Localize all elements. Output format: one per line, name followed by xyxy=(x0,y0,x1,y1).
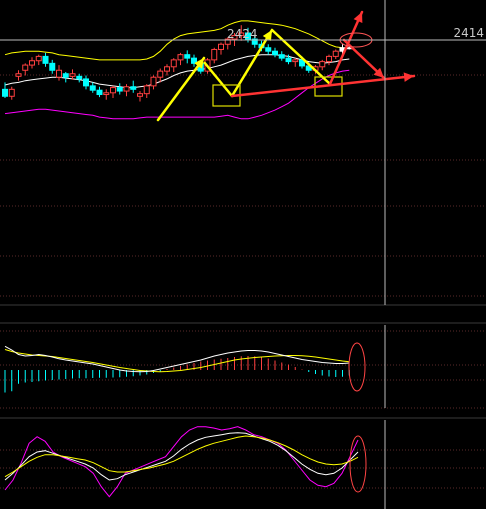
candle-body xyxy=(319,61,326,68)
candle-body xyxy=(150,76,157,87)
gridlines xyxy=(0,74,486,489)
stock-chart-canvas xyxy=(0,0,486,509)
candle-body xyxy=(265,47,272,52)
candle-body xyxy=(123,86,130,92)
candle-body xyxy=(56,69,62,78)
candle-body xyxy=(83,78,89,87)
candle-body xyxy=(103,92,110,96)
candle-body xyxy=(110,87,116,94)
macd-line xyxy=(4,345,350,373)
candle-body xyxy=(8,88,15,97)
price-high-label: 2424 xyxy=(227,27,258,41)
annotation-layer xyxy=(156,10,416,493)
kdj-panel xyxy=(4,426,359,498)
candle-body xyxy=(35,55,42,62)
kdj-line xyxy=(4,426,359,498)
candle-body xyxy=(96,89,103,96)
candle-body xyxy=(62,73,69,78)
candle-body xyxy=(177,54,184,61)
candle-body xyxy=(272,50,278,56)
price-panel xyxy=(2,20,353,120)
candle-body xyxy=(218,43,224,50)
candle-body xyxy=(143,85,150,95)
candle-body xyxy=(2,88,8,97)
candle-body xyxy=(211,48,218,61)
candle-body xyxy=(15,73,22,77)
candle-body xyxy=(184,54,191,59)
candle-body xyxy=(29,60,35,66)
candle-body xyxy=(42,55,49,64)
macd-panel xyxy=(4,345,350,393)
candle-body xyxy=(164,66,170,72)
candle-body xyxy=(285,57,292,63)
breakout-arrow-up xyxy=(328,10,364,86)
candle-body xyxy=(137,93,143,97)
candle-body xyxy=(157,70,164,78)
trend-line-down-1 xyxy=(203,61,233,97)
macd-line xyxy=(4,349,350,373)
candle-body xyxy=(49,62,56,71)
macd-ring xyxy=(348,342,366,392)
candle-body xyxy=(326,55,332,63)
candle-body xyxy=(292,59,299,63)
candle-body xyxy=(170,59,177,68)
candle-body xyxy=(22,64,29,71)
kdj-line xyxy=(4,435,359,478)
candle-body xyxy=(89,85,96,91)
candle-body xyxy=(116,87,123,92)
kdj-ring xyxy=(349,435,367,493)
candle-body xyxy=(69,73,76,77)
candle-body xyxy=(130,86,137,90)
price-axis-label: 2414 xyxy=(453,26,484,40)
candle-body xyxy=(76,75,83,80)
candle-body xyxy=(278,54,285,59)
candle-body xyxy=(332,50,339,57)
